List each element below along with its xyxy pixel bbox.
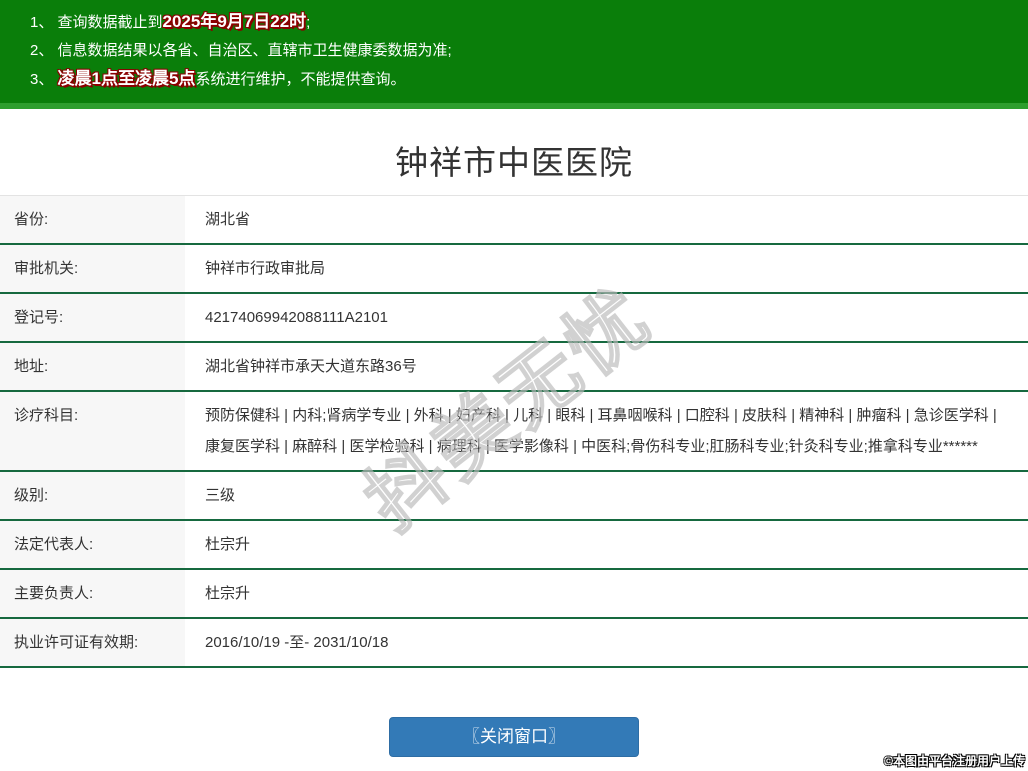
close-window-button[interactable]: 〖关闭窗口〗 xyxy=(389,717,639,757)
notice-text: 3、 xyxy=(30,71,58,88)
table-row: 执业许可证有效期: 2016/10/19 -至- 2031/10/18 xyxy=(0,619,1028,668)
row-label: 省份: xyxy=(0,196,185,243)
notice-banner: 1、 查询数据截止到2025年9月7日22时; 2、 信息数据结果以各省、自治区、… xyxy=(0,0,1028,109)
row-label: 登记号: xyxy=(0,294,185,341)
row-label: 执业许可证有效期: xyxy=(0,619,185,666)
row-value: 三级 xyxy=(185,472,1028,519)
row-value: 杜宗升 xyxy=(185,521,1028,568)
notice-text: 系统进行维护，不能提供查询。 xyxy=(195,71,406,88)
table-row: 诊疗科目: 预防保健科 | 内科;肾病学专业 | 外科 | 妇产科 | 儿科 | … xyxy=(0,392,1028,472)
notice-text: 2、 信息数据结果以各省、自治区、直辖市卫生健康委数据为准; xyxy=(30,42,452,59)
notice-line: 1、 查询数据截止到2025年9月7日22时; xyxy=(0,8,1028,37)
row-label: 审批机关: xyxy=(0,245,185,292)
table-row: 地址: 湖北省钟祥市承天大道东路36号 xyxy=(0,343,1028,392)
row-value: 湖北省钟祥市承天大道东路36号 xyxy=(185,343,1028,390)
table-row: 登记号: 42174069942088111A2101 xyxy=(0,294,1028,343)
row-label: 地址: xyxy=(0,343,185,390)
table-row: 主要负责人: 杜宗升 xyxy=(0,570,1028,619)
row-value: 42174069942088111A2101 xyxy=(185,294,1028,341)
table-row: 法定代表人: 杜宗升 xyxy=(0,521,1028,570)
row-value: 钟祥市行政审批局 xyxy=(185,245,1028,292)
close-button-container: 〖关闭窗口〗 xyxy=(0,717,1028,757)
notice-line: 2、 信息数据结果以各省、自治区、直辖市卫生健康委数据为准; xyxy=(0,37,1028,65)
notice-text: ; xyxy=(306,14,311,31)
row-value: 预防保健科 | 内科;肾病学专业 | 外科 | 妇产科 | 儿科 | 眼科 | … xyxy=(185,392,1028,470)
row-label: 诊疗科目: xyxy=(0,392,185,470)
image-credit-caption: ©本图由平台注册用户上传 xyxy=(884,754,1025,768)
table-row: 省份: 湖北省 xyxy=(0,196,1028,245)
notice-text: 1、 查询数据截止到 xyxy=(30,14,163,31)
table-row: 级别: 三级 xyxy=(0,472,1028,521)
notice-highlight: 2025年9月7日22时 xyxy=(162,12,307,31)
row-label: 法定代表人: xyxy=(0,521,185,568)
row-value: 2016/10/19 -至- 2031/10/18 xyxy=(185,619,1028,666)
row-value: 湖北省 xyxy=(185,196,1028,243)
row-label: 级别: xyxy=(0,472,185,519)
notice-highlight: 凌晨1点至凌晨5点 xyxy=(57,69,196,88)
row-value: 杜宗升 xyxy=(185,570,1028,617)
hospital-info-table: 省份: 湖北省 审批机关: 钟祥市行政审批局 登记号: 42174069942088111… xyxy=(0,195,1028,668)
row-label: 主要负责人: xyxy=(0,570,185,617)
notice-line: 3、 凌晨1点至凌晨5点系统进行维护，不能提供查询。 xyxy=(0,65,1028,94)
page-title: 钟祥市中医医院 xyxy=(395,144,633,181)
table-row: 审批机关: 钟祥市行政审批局 xyxy=(0,245,1028,294)
